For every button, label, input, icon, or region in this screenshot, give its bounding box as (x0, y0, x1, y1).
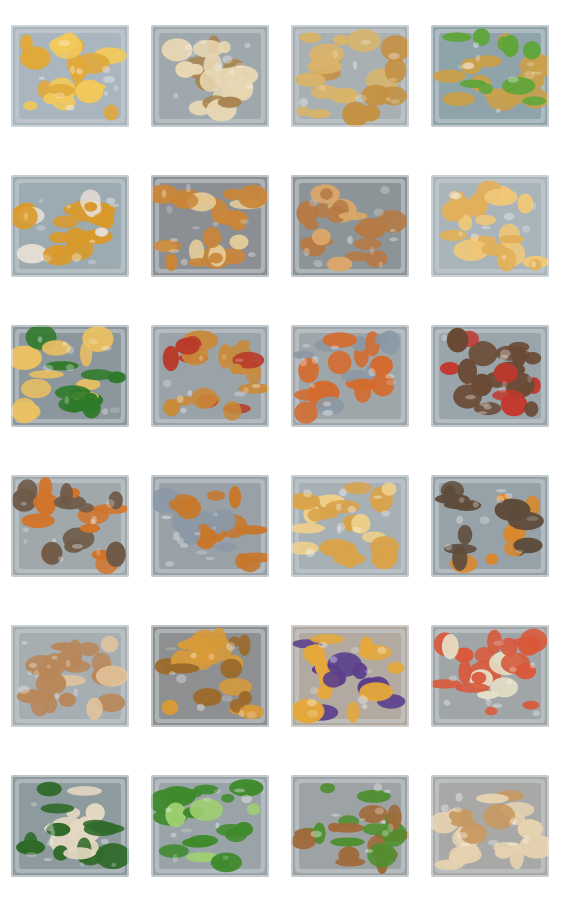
food-photo-image (291, 625, 409, 727)
food-photo-image (291, 175, 409, 277)
photo-eggplant-and-sausage[interactable] (431, 325, 549, 427)
food-photo-image (431, 475, 549, 577)
photo-fried-chicken-pieces[interactable] (11, 25, 129, 127)
food-photo-image (151, 475, 269, 577)
photo-whole-fried-fish[interactable] (11, 625, 129, 727)
photo-greens-and-mushrooms[interactable] (11, 775, 129, 877)
food-photo-image (431, 175, 549, 277)
food-photo-image (291, 475, 409, 577)
photo-fried-chicken-fillet[interactable] (431, 175, 549, 277)
photo-soy-chicken-drumsticks[interactable] (291, 175, 409, 277)
photo-fried-chicken-and-sausage[interactable] (151, 325, 269, 427)
photo-fried-tofu-in-sauce[interactable] (151, 625, 269, 727)
photo-curry-fish[interactable] (291, 325, 409, 427)
food-photo-image (431, 25, 549, 127)
photo-stir-fried-cabbage[interactable] (431, 775, 549, 877)
photo-spinach-and-omelette[interactable] (11, 325, 129, 427)
photo-tofu-and-long-beans[interactable] (431, 25, 549, 127)
photo-stir-fried-greens[interactable] (151, 775, 269, 877)
photo-fried-fish[interactable] (291, 475, 409, 577)
food-photo-image (151, 325, 269, 427)
food-photo-grid (0, 0, 562, 900)
food-photo-image (291, 775, 409, 877)
food-photo-image (151, 775, 269, 877)
food-photo-image (11, 775, 129, 877)
photo-chili-and-cabbage[interactable] (431, 625, 549, 727)
food-photo-image (11, 475, 129, 577)
food-photo-image (11, 175, 129, 277)
photo-minced-meat-and-long-beans[interactable] (291, 775, 409, 877)
food-photo-image (431, 625, 549, 727)
food-photo-image (151, 175, 269, 277)
photo-fish-steaks-in-sauce[interactable] (151, 475, 269, 577)
photo-purple-sweet-potato[interactable] (291, 625, 409, 727)
food-photo-image (431, 325, 549, 427)
food-photo-image (151, 25, 269, 127)
photo-braised-pork[interactable] (151, 175, 269, 277)
photo-fried-noodles[interactable] (291, 25, 409, 127)
food-photo-image (11, 325, 129, 427)
photo-fried-bean-sprouts[interactable] (151, 25, 269, 127)
food-photo-image (11, 25, 129, 127)
photo-fish-and-sweet-sour-chicken[interactable] (431, 475, 549, 577)
food-photo-image (11, 625, 129, 727)
food-photo-image (431, 775, 549, 877)
photo-sweet-sour-chicken-and-fish[interactable] (11, 475, 129, 577)
food-photo-image (151, 625, 269, 727)
photo-pumpkin-and-chicken[interactable] (11, 175, 129, 277)
food-photo-image (291, 325, 409, 427)
food-photo-image (291, 25, 409, 127)
